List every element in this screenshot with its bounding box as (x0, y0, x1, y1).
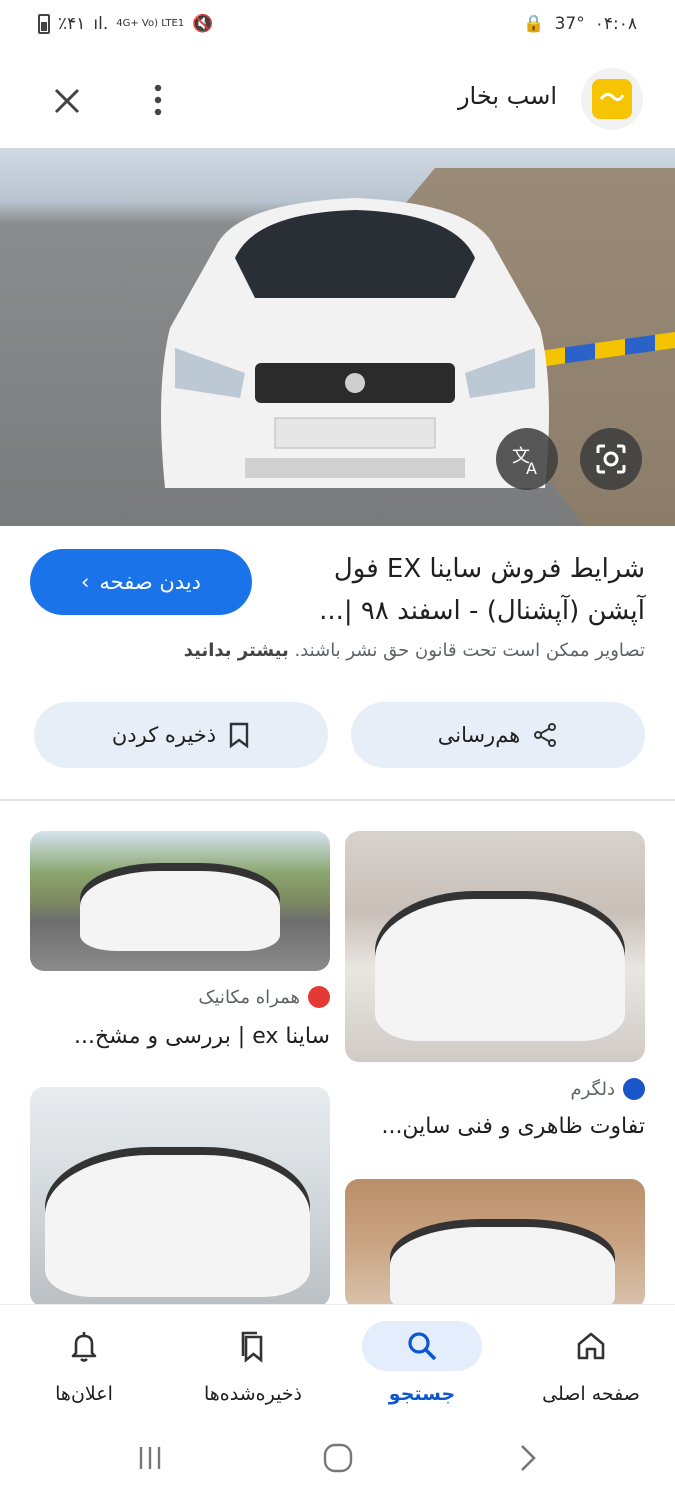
temperature: 37° (554, 14, 585, 34)
recent-apps-button[interactable] (130, 1438, 170, 1478)
related-source-1[interactable]: دلگرم (570, 1078, 645, 1100)
recent-apps-icon (139, 1447, 161, 1469)
nav-home-label: صفحه اصلی (542, 1383, 640, 1405)
home-system-button[interactable] (318, 1438, 358, 1478)
site-title: اسب بخار (457, 82, 557, 110)
nav-notifications-icon-container (24, 1321, 144, 1371)
search-icon (408, 1332, 437, 1361)
source-logo-icon (308, 986, 330, 1008)
site-logo-icon (592, 79, 632, 119)
nav-search-label: جستجو (388, 1383, 456, 1405)
car-image (80, 863, 280, 951)
more-options-button[interactable] (140, 80, 176, 120)
car-illustration (161, 198, 549, 488)
status-left: ٪۴۱ ıl. 4G+ Vo) LTE1 🔇 (38, 14, 213, 34)
source-name: همراه مکانیک (198, 986, 300, 1008)
saved-bookmarks-icon (241, 1331, 263, 1363)
related-image-1[interactable] (345, 831, 645, 1062)
save-label: ذخیره کردن (111, 723, 217, 747)
translate-button[interactable]: 文A (496, 428, 558, 490)
related-image-2[interactable] (30, 831, 330, 971)
status-bar: ٪۴۱ ıl. 4G+ Vo) LTE1 🔇 🔒 37° ۰۴:۰۸ (0, 0, 675, 50)
copyright-text: تصاویر ممکن است تحت قانون حق نشر باشند. (294, 640, 645, 661)
more-vert-icon (154, 84, 162, 116)
signal-icon: ıl. (93, 14, 109, 34)
site-logo (581, 68, 643, 130)
visit-page-button[interactable]: ‹ دیدن صفحه (30, 549, 252, 615)
save-button[interactable]: ذخیره کردن (34, 702, 328, 768)
lock-icon: 🔒 (523, 14, 545, 34)
car-image (45, 1147, 310, 1297)
source-logo-icon (623, 1078, 645, 1100)
learn-more-link[interactable]: بیشتر بدانید (184, 640, 289, 661)
translate-icon: 文A (512, 446, 537, 476)
related-source-2[interactable]: همراه مکانیک (198, 986, 330, 1008)
home-icon (577, 1332, 605, 1360)
share-icon (534, 723, 557, 747)
bottom-navigation: صفحه اصلی جستجو ذخیره‌شده‌ها اعلان‌ها (0, 1304, 675, 1416)
car-image (390, 1219, 615, 1309)
chevron-left-icon: ‹ (81, 570, 90, 594)
back-button[interactable] (508, 1438, 548, 1478)
nav-home[interactable]: صفحه اصلی (507, 1305, 675, 1417)
nav-search[interactable]: جستجو (338, 1305, 506, 1417)
home-circle-icon (323, 1443, 353, 1473)
svg-text:A: A (526, 459, 537, 476)
bell-icon (71, 1332, 97, 1362)
clock: ۰۴:۰۸ (594, 14, 637, 34)
top-app-bar: اسب بخار (0, 58, 675, 138)
nav-home-icon-container (531, 1321, 651, 1371)
share-label: هم‌رسانی (437, 723, 521, 747)
result-title[interactable]: شرایط فروش ساینا EX فول آپشن (آپشنال) - … (295, 548, 645, 632)
section-divider (0, 799, 675, 801)
related-caption-1[interactable]: تفاوت ظاهری و فنی ساین... (381, 1114, 645, 1139)
battery-icon (38, 14, 50, 34)
lens-button[interactable] (580, 428, 642, 490)
lens-icon (596, 444, 626, 474)
visit-page-label: دیدن صفحه (99, 570, 201, 594)
copyright-notice: تصاویر ممکن است تحت قانون حق نشر باشند. … (25, 640, 645, 661)
car-image (375, 891, 625, 1041)
nav-saved-icon-container (193, 1321, 313, 1371)
system-navigation (0, 1420, 675, 1500)
mute-icon: 🔇 (192, 14, 214, 34)
related-image-4[interactable] (345, 1179, 645, 1309)
close-icon (54, 88, 80, 114)
nav-search-icon-container (362, 1321, 482, 1371)
nav-saved[interactable]: ذخیره‌شده‌ها (169, 1305, 337, 1417)
share-button[interactable]: هم‌رسانی (351, 702, 645, 768)
related-caption-2[interactable]: ساینا ex | بررسی و مشخ... (74, 1024, 330, 1049)
status-right: 🔒 37° ۰۴:۰۸ (523, 14, 637, 34)
bookmark-icon (229, 722, 249, 748)
close-button[interactable] (44, 78, 90, 124)
nav-notifications[interactable]: اعلان‌ها (0, 1305, 168, 1417)
source-name: دلگرم (570, 1078, 615, 1100)
nav-saved-label: ذخیره‌شده‌ها (203, 1383, 303, 1405)
nav-notifications-label: اعلان‌ها (55, 1383, 113, 1405)
related-image-3[interactable] (30, 1087, 330, 1307)
main-image[interactable] (0, 148, 675, 526)
battery-level: ٪۴۱ (58, 14, 86, 34)
chevron-right-icon (521, 1445, 536, 1471)
network-indicator: 4G+ Vo) LTE1 (116, 18, 185, 29)
